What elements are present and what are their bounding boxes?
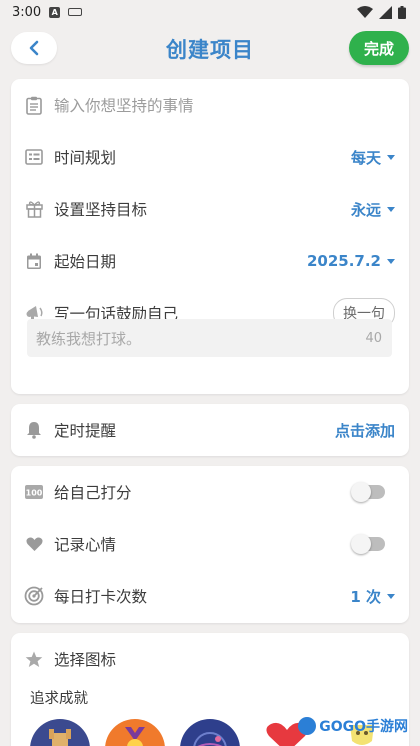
- watermark-text: GOGO手游网: [319, 719, 408, 735]
- reminder-card: 定时提醒 点击添加: [11, 404, 409, 456]
- mood-row: 记录心情: [11, 518, 409, 570]
- hundred-points-icon: 100: [24, 482, 44, 502]
- mood-toggle[interactable]: [351, 534, 385, 554]
- schedule-label: 时间规划: [54, 149, 117, 167]
- start-date-value[interactable]: 2025.7.2: [307, 252, 395, 270]
- score-label: 给自己打分: [54, 484, 132, 502]
- goal-label: 设置坚持目标: [54, 201, 148, 219]
- schedule-value[interactable]: 每天: [351, 147, 395, 168]
- watermark-logo: GOGO手游网: [298, 716, 408, 736]
- project-form-card: 输入你想坚持的事情 时间规划 每天 设置坚持目标 永远 起始日期 2025.7.…: [11, 79, 409, 394]
- caret-down-icon: [387, 258, 395, 264]
- add-reminder-link[interactable]: 点击添加: [335, 420, 395, 441]
- target-icon: [24, 586, 44, 606]
- project-name-input[interactable]: 输入你想坚持的事情: [11, 79, 409, 131]
- status-bar: 3:00 A: [0, 0, 420, 24]
- bell-icon: [24, 420, 44, 440]
- schedule-row[interactable]: 时间规划 每天: [11, 131, 409, 183]
- done-button[interactable]: 完成: [349, 31, 409, 65]
- start-date-label: 起始日期: [54, 253, 117, 271]
- start-date-row[interactable]: 起始日期 2025.7.2: [11, 235, 409, 287]
- castle-icon[interactable]: [30, 719, 90, 746]
- checkins-value[interactable]: 1 次: [350, 586, 395, 607]
- goal-row[interactable]: 设置坚持目标 永远: [11, 183, 409, 235]
- motto-input[interactable]: 教练我想打球。 40: [27, 319, 392, 357]
- goal-value[interactable]: 永远: [351, 199, 395, 220]
- gift-icon: [24, 199, 44, 219]
- toggle-knob: [351, 482, 371, 502]
- icon-category-label: 追求成就: [30, 691, 88, 707]
- medal-icon[interactable]: [105, 719, 165, 746]
- caret-down-icon: [387, 154, 395, 160]
- reminder-label: 定时提醒: [54, 422, 117, 440]
- motto-char-count: 40: [365, 330, 382, 346]
- options-card: 100 给自己打分 记录心情 每日打卡次数 1 次: [11, 466, 409, 623]
- wifi-icon: [357, 5, 373, 18]
- notification-a-icon: A: [49, 6, 61, 18]
- project-name-placeholder: 输入你想坚持的事情: [54, 97, 194, 115]
- watermark-logo-icon: [298, 717, 317, 735]
- star-icon: [24, 649, 44, 669]
- score-toggle[interactable]: [351, 482, 385, 502]
- motto-text: 教练我想打球。: [36, 329, 142, 348]
- score-row: 100 给自己打分: [11, 466, 409, 518]
- battery-icon: [398, 5, 406, 19]
- calendar-list-icon: [24, 147, 44, 167]
- globe-icon[interactable]: [180, 719, 240, 746]
- heart-icon: [24, 534, 44, 554]
- clipboard-icon: [24, 95, 44, 115]
- signal-icon: [379, 5, 392, 19]
- top-bar: 创建项目 完成: [0, 28, 420, 72]
- mood-label: 记录心情: [54, 536, 117, 554]
- calendar-icon: [24, 251, 44, 271]
- svg-text:100: 100: [26, 489, 43, 498]
- reminder-row[interactable]: 定时提醒 点击添加: [11, 404, 409, 456]
- toggle-knob: [351, 534, 371, 554]
- caret-down-icon: [387, 206, 395, 212]
- status-time: 3:00: [12, 4, 42, 20]
- icon-picker-label: 选择图标: [54, 651, 117, 669]
- checkins-row[interactable]: 每日打卡次数 1 次: [11, 570, 409, 622]
- keyboard-icon: [68, 8, 83, 16]
- caret-down-icon: [387, 593, 395, 599]
- icon-picker-header: 选择图标: [11, 633, 409, 685]
- checkins-label: 每日打卡次数: [54, 588, 148, 606]
